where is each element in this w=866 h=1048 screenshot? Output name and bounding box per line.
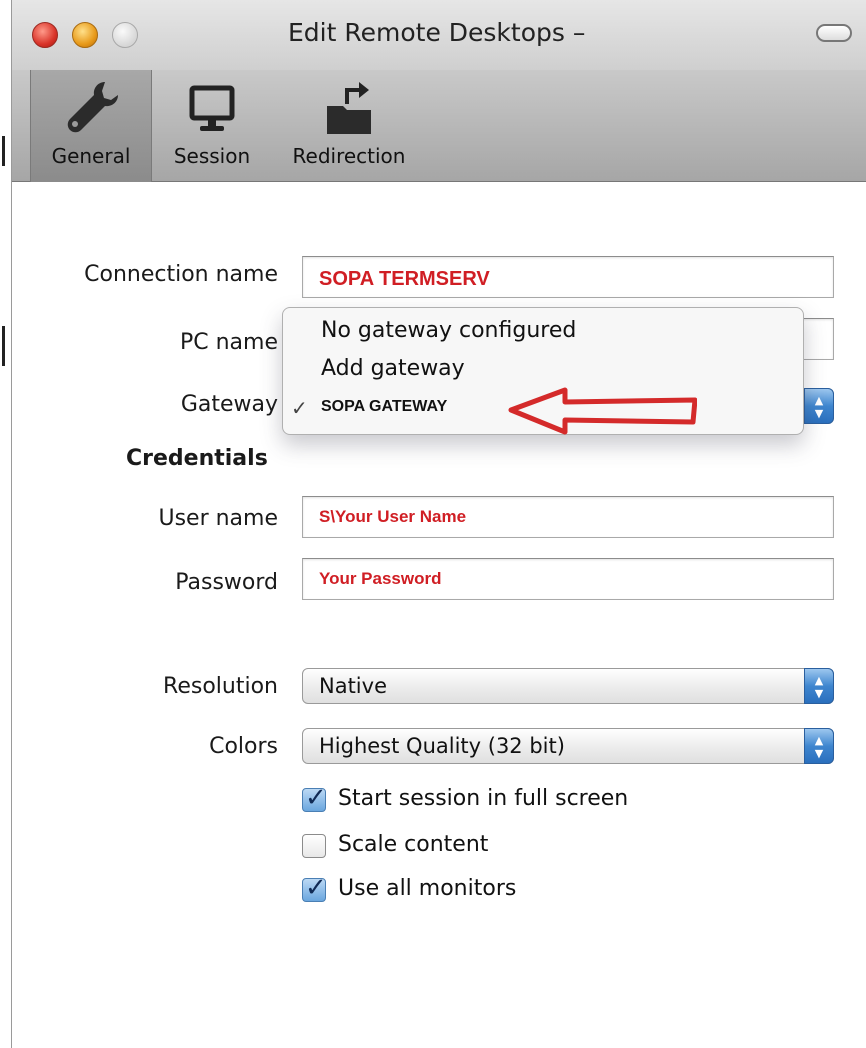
window-title: Edit Remote Desktops – bbox=[288, 18, 586, 47]
colors-label: Colors bbox=[209, 734, 278, 759]
credentials-heading: Credentials bbox=[126, 446, 268, 471]
gateway-dropdown-menu: No gateway configured Add gateway ✓ SOPA… bbox=[282, 307, 804, 435]
menu-item-add-gateway[interactable]: Add gateway bbox=[321, 356, 465, 381]
checkmark-icon: ✓ bbox=[305, 873, 327, 903]
menu-item-sopa-gateway[interactable]: SOPA GATEWAY bbox=[321, 398, 447, 416]
user-name-field[interactable]: S\Your User Name bbox=[302, 496, 834, 538]
checkmark-icon: ✓ bbox=[305, 783, 327, 813]
resolution-label: Resolution bbox=[163, 674, 278, 699]
resolution-popup[interactable]: Native ▲ ▼ bbox=[302, 668, 834, 704]
all-monitors-label: Use all monitors bbox=[338, 876, 517, 901]
preferences-toolbar: General Session Redirection bbox=[12, 70, 866, 182]
tab-redirection-label: Redirection bbox=[292, 144, 406, 168]
toolbar-toggle-button[interactable] bbox=[816, 24, 852, 42]
annotation-arrow-icon bbox=[508, 387, 697, 435]
edit-remote-desktops-window: Edit Remote Desktops – General Session R… bbox=[12, 0, 866, 1048]
colors-popup[interactable]: Highest Quality (32 bit) ▲ ▼ bbox=[302, 728, 834, 764]
password-field[interactable]: Your Password bbox=[302, 558, 834, 600]
resolution-stepper-icon: ▲ ▼ bbox=[804, 668, 834, 704]
zoom-window-button[interactable] bbox=[112, 22, 138, 48]
title-bar: Edit Remote Desktops – bbox=[12, 0, 866, 70]
gateway-stepper-icon: ▲ ▼ bbox=[804, 388, 834, 424]
password-value: Your Password bbox=[319, 569, 442, 588]
tab-general[interactable]: General bbox=[30, 70, 152, 182]
colors-stepper-icon: ▲ ▼ bbox=[804, 728, 834, 764]
resolution-value: Native bbox=[319, 674, 387, 698]
pc-name-label: PC name bbox=[179, 330, 278, 355]
tab-general-label: General bbox=[51, 144, 131, 168]
user-name-value: S\Your User Name bbox=[319, 507, 467, 526]
background-window-edge bbox=[0, 0, 12, 1048]
checkmark-icon: ✓ bbox=[291, 396, 308, 420]
monitor-icon bbox=[189, 85, 235, 131]
password-label: Password bbox=[175, 570, 278, 595]
full-screen-checkbox[interactable]: ✓ bbox=[302, 783, 327, 813]
menu-item-no-gateway[interactable]: No gateway configured bbox=[321, 318, 576, 343]
close-window-button[interactable] bbox=[32, 22, 58, 48]
minimize-window-button[interactable] bbox=[72, 22, 98, 48]
user-name-label: User name bbox=[158, 506, 278, 531]
wrench-icon bbox=[67, 82, 118, 133]
tab-session[interactable]: Session bbox=[162, 70, 262, 182]
edge-mark bbox=[2, 326, 5, 366]
connection-name-label: Connection name bbox=[84, 262, 278, 287]
gateway-label: Gateway bbox=[180, 392, 278, 417]
scale-content-label: Scale content bbox=[338, 832, 489, 857]
full-screen-label: Start session in full screen bbox=[338, 786, 629, 811]
folder-redirect-icon bbox=[327, 82, 371, 134]
scale-content-checkbox[interactable] bbox=[302, 834, 326, 858]
tab-session-label: Session bbox=[173, 144, 251, 168]
all-monitors-checkbox[interactable]: ✓ bbox=[302, 873, 327, 903]
colors-value: Highest Quality (32 bit) bbox=[319, 734, 565, 758]
connection-name-field[interactable]: SOPA TERMSERV bbox=[302, 256, 834, 298]
tab-redirection[interactable]: Redirection bbox=[284, 70, 414, 182]
connection-name-value: SOPA TERMSERV bbox=[319, 268, 490, 290]
edge-mark bbox=[2, 136, 5, 166]
